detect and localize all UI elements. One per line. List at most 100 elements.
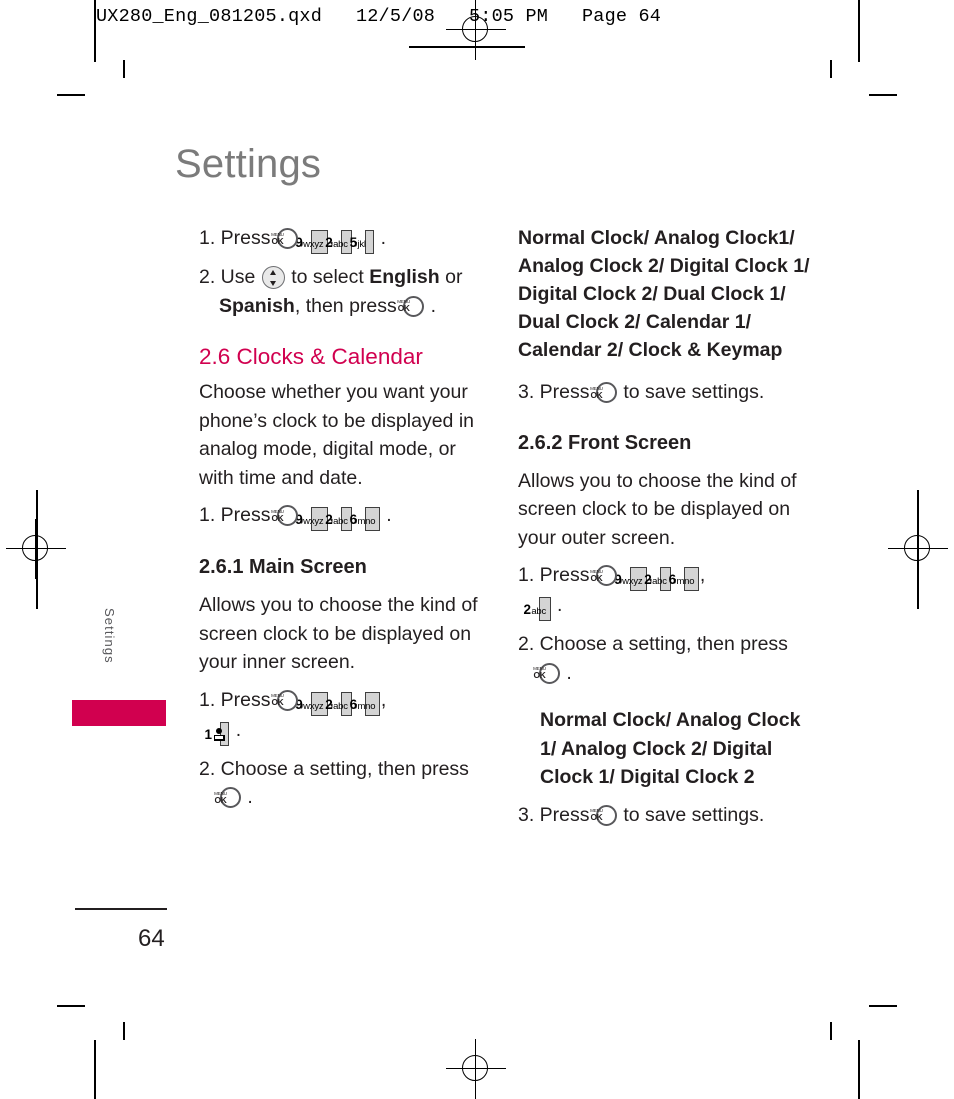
key-2-letters: abc: [531, 606, 547, 617]
front-screen-step-3: 3. Press MENU OK to save settings.: [518, 801, 814, 830]
menu-ok-key-icon[interactable]: MENU OK: [590, 804, 617, 826]
menu-ok-key-icon[interactable]: MENU OK: [590, 382, 617, 403]
language-step-2-tail: , then press: [294, 294, 397, 317]
manual-page: UX280_Eng_081205.qxd 12/5/08 5:05 PM Pag…: [0, 0, 954, 1099]
registration-mark-bottom-center: [446, 1039, 506, 1099]
footer-rule: [75, 908, 167, 910]
prepress-slug: UX280_Eng_081205.qxd 12/5/08 5:05 PM Pag…: [96, 6, 662, 27]
menu-ok-key-bottom-label: OK: [271, 697, 284, 707]
language-step-2-prefix: 2. Use: [199, 266, 256, 288]
main-step-3-tail: to save settings.: [623, 381, 765, 403]
menu-ok-key-icon[interactable]: MENU OK: [533, 662, 560, 684]
key-5-letters: jkl: [357, 239, 366, 250]
crop-mark-top-right-horizontal: [869, 94, 897, 96]
option-english: English: [369, 266, 440, 288]
trim-line-left-center: [36, 490, 38, 609]
language-step-2-end: .: [430, 294, 437, 317]
key-6-letters: mno: [357, 700, 376, 712]
left-column: 1. Press MENU OK , 9wxyz, 2abc, 5jkl . 2…: [199, 224, 489, 821]
side-tab-bar: [72, 700, 166, 726]
key-6-digit: 6: [349, 512, 358, 527]
clocks-step-1: 1. Press MENU OK , 9wxyz, 2abc, 6mno .: [199, 501, 489, 531]
menu-ok-key-icon[interactable]: MENU OK: [271, 505, 298, 526]
option-spanish: Spanish: [219, 294, 295, 317]
key-6-icon[interactable]: 6mno: [669, 567, 699, 591]
key-6-icon[interactable]: 6mno: [350, 507, 380, 531]
page-title: Settings: [175, 142, 322, 186]
menu-ok-key-icon[interactable]: MENU OK: [271, 689, 298, 711]
front-screen-step-1: 1. Press MENU OK , 9wxyz, 2abc, 6mno, 2a…: [518, 561, 814, 621]
main-screen-step-3: 3. Press MENU OK to save settings.: [518, 378, 814, 407]
key-9-letters: wxyz: [303, 239, 324, 250]
main-screen-description: Allows you to choose the kind of screen …: [199, 594, 478, 673]
key-9-letters: wxyz: [303, 516, 324, 527]
front-step-1-end: .: [556, 594, 563, 616]
clocks-calendar-description: Choose whether you want your phone’s clo…: [199, 381, 474, 489]
page-edge-left-bottom: [94, 1040, 96, 1099]
main-screen-step-2: 2. Choose a setting, then press MENU OK …: [199, 755, 489, 812]
clocks-step-1-prefix: 1. Press: [199, 504, 271, 526]
crop-mark-bottom-left-vertical: [123, 1022, 125, 1040]
page-edge-right-bottom: [858, 1040, 860, 1099]
crop-mark-top-left-horizontal: [57, 94, 85, 96]
menu-ok-key-bottom-label: OK: [271, 512, 284, 523]
key-2-letters: abc: [652, 576, 667, 587]
section-heading-clocks-calendar: 2.6 Clocks & Calendar: [199, 344, 423, 369]
language-step-2-mid: to select: [291, 266, 364, 288]
menu-ok-key-icon[interactable]: MENU OK: [214, 787, 241, 808]
key-9-letters: wxyz: [622, 576, 643, 587]
menu-ok-key-icon[interactable]: MENU OK: [397, 295, 425, 317]
main-step-2-text: 2. Choose a setting, then press: [199, 757, 469, 780]
front-screen-step-2: 2. Choose a setting, then press MENU OK …: [518, 630, 814, 687]
right-column: Normal Clock/ Analog Clock1/ Analog Cloc…: [518, 224, 814, 838]
language-step-1-prefix: 1. Press: [199, 227, 271, 249]
main-step-1-prefix: 1. Press: [199, 688, 271, 711]
key-2-letters: abc: [333, 239, 348, 250]
key-2-digit: 2: [523, 602, 532, 617]
main-step-3-prefix: 3. Press: [518, 381, 590, 403]
menu-ok-key-bottom-label: OK: [590, 812, 603, 822]
front-step-2-end: .: [566, 661, 572, 684]
trim-line-right-center: [917, 490, 919, 609]
front-step-1-prefix: 1. Press: [518, 564, 590, 586]
navigation-key-icon[interactable]: [261, 266, 285, 289]
subsection-heading-main-screen: 2.6.1 Main Screen: [199, 556, 367, 578]
crop-mark-top-right-vertical: [830, 60, 832, 78]
menu-ok-key-bottom-label: OK: [590, 572, 603, 583]
front-screen-description: Allows you to choose the kind of screen …: [518, 469, 797, 549]
language-step-2-or: or: [445, 266, 463, 288]
menu-ok-key-bottom-label: OK: [271, 235, 284, 246]
voicemail-icon: [213, 727, 225, 741]
crop-mark-top-left-vertical: [123, 60, 125, 78]
language-step-1: 1. Press MENU OK , 9wxyz, 2abc, 5jkl .: [199, 224, 489, 254]
key-2-icon[interactable]: 2abc: [524, 597, 551, 621]
key-2-letters: abc: [333, 516, 348, 527]
key-2-letters: abc: [333, 700, 348, 712]
main-step-1-end: .: [235, 718, 242, 741]
key-6-letters: mno: [357, 516, 376, 527]
key-1-voicemail-icon[interactable]: 1: [205, 721, 230, 746]
key-6-letters: mno: [676, 576, 695, 587]
key-2-digit: 2: [325, 235, 333, 250]
language-step-1-end: .: [380, 227, 386, 249]
main-screen-step-1: 1. Press MENU OK , 9wxyz, 2abc, 6mno, 1 …: [199, 686, 489, 746]
side-tab-label: Settings: [102, 608, 117, 664]
menu-ok-key-icon[interactable]: MENU OK: [590, 565, 617, 586]
menu-ok-key-bottom-label: OK: [214, 794, 227, 805]
key-6-icon[interactable]: 6mno: [350, 691, 380, 716]
crop-mark-bottom-right-horizontal: [869, 1005, 897, 1007]
menu-ok-key-icon[interactable]: MENU OK: [271, 228, 298, 249]
key-5-digit: 5: [349, 235, 358, 250]
key-6-digit: 6: [668, 572, 677, 587]
key-9-letters: wxyz: [303, 700, 324, 712]
page-edge-right: [858, 0, 860, 62]
clocks-step-1-end: .: [386, 504, 392, 526]
main-step-2-end: .: [247, 786, 253, 808]
language-step-2: 2. Use to select English or Spanish, the…: [199, 263, 489, 320]
front-step-2-text: 2. Choose a setting, then press: [518, 633, 788, 655]
menu-ok-key-bottom-label: OK: [397, 303, 410, 313]
key-1-digit: 1: [204, 726, 213, 742]
menu-ok-key-bottom-label: OK: [533, 670, 546, 680]
key-5-icon[interactable]: 5jkl: [350, 230, 375, 254]
menu-ok-key-bottom-label: OK: [590, 389, 603, 400]
